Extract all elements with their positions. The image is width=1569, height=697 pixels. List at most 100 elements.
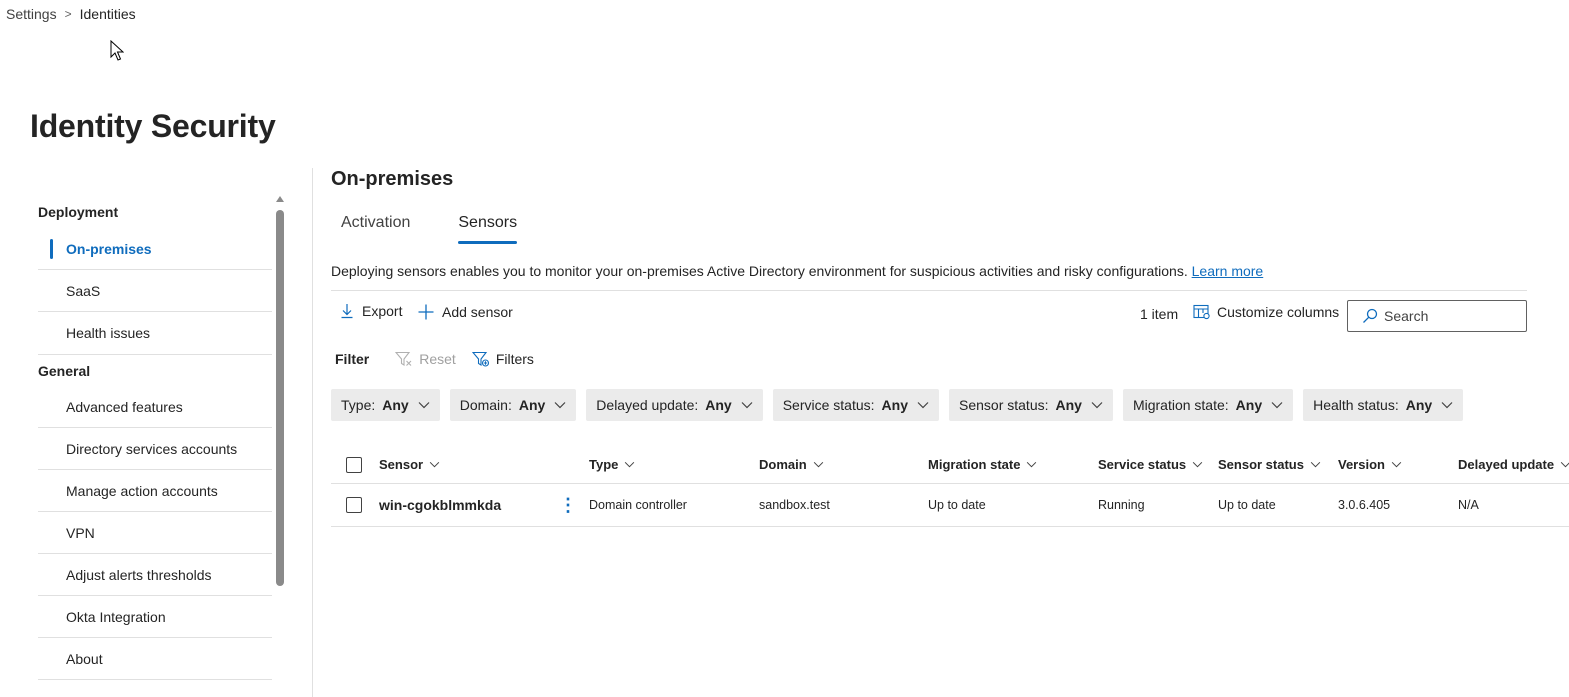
description-body: Deploying sensors enables you to monitor… (331, 263, 1188, 279)
chip-value: Any (382, 397, 409, 413)
learn-more-link[interactable]: Learn more (1192, 263, 1264, 279)
chip-value: Any (1055, 397, 1082, 413)
sidebar-scrollbar[interactable] (275, 196, 285, 697)
chip-value: Any (1405, 397, 1433, 413)
select-all-checkbox[interactable] (346, 456, 362, 473)
sidebar-section-deployment: Deployment (38, 204, 119, 220)
chevron-down-icon (813, 461, 823, 468)
column-header-sensor[interactable]: Sensor (379, 446, 440, 483)
page-title: Identity Security (30, 108, 276, 144)
search-icon (1363, 308, 1378, 323)
filter-chip-type[interactable]: Type: Any (331, 389, 440, 421)
breadcrumb-identities: Identities (79, 6, 136, 22)
customize-columns-icon (1193, 304, 1210, 320)
sidebar-item-okta-integration[interactable]: Okta Integration (38, 596, 272, 638)
chip-name: Health status: (1313, 397, 1399, 413)
horizontal-divider (331, 290, 1527, 291)
chevron-down-icon (1091, 402, 1103, 409)
filter-chip-sensor-status[interactable]: Sensor status: Any (949, 389, 1113, 421)
breadcrumb-settings[interactable]: Settings (6, 6, 57, 22)
customize-columns-button[interactable]: Customize columns (1193, 304, 1339, 320)
select-all-cell (346, 446, 362, 483)
scrollbar-thumb[interactable] (276, 210, 284, 586)
sidebar-item-directory-services-accounts[interactable]: Directory services accounts (38, 428, 272, 470)
filter-chip-migration-state[interactable]: Migration state: Any (1122, 389, 1294, 421)
column-header-delayed-update[interactable]: Delayed update (1458, 446, 1569, 483)
sidebar-item-manage-action-accounts[interactable]: Manage action accounts (38, 470, 272, 512)
filter-chip-health-status[interactable]: Health status: Any (1303, 389, 1464, 421)
sidebar-item-vpn[interactable]: VPN (38, 512, 272, 554)
export-label: Export (362, 303, 403, 319)
breadcrumb: Settings > Identities (6, 6, 136, 22)
sidebar-item-advanced-features[interactable]: Advanced features (38, 386, 272, 428)
chevron-down-icon (1560, 461, 1569, 468)
sidebar-item-on-premises[interactable]: On-premises (38, 228, 272, 270)
chevron-down-icon (1310, 461, 1321, 468)
row-checkbox[interactable] (346, 497, 362, 513)
sidebar-nav: Deployment On-premises SaaS Health issue… (38, 196, 272, 697)
toolbar: Export Add sensor 1 item Customize colum… (331, 300, 1531, 332)
column-header-version[interactable]: Version (1338, 446, 1402, 483)
sidebar-item-about[interactable]: About (38, 638, 272, 680)
column-header-label: Sensor status (1218, 457, 1304, 472)
chip-name: Migration state: (1132, 397, 1229, 413)
scroll-up-arrow-icon[interactable] (276, 196, 284, 202)
plus-icon (418, 304, 434, 320)
vertical-divider (312, 168, 313, 697)
table-row[interactable]: win-cgokblmmkda ⋮ Domain controller sand… (331, 484, 1569, 527)
row-select-cell (346, 484, 362, 526)
more-options-icon[interactable]: ⋮ (559, 484, 577, 526)
sidebar-section-general: General (38, 354, 272, 386)
customize-columns-label: Customize columns (1217, 304, 1340, 320)
table-header: Sensor Type Domain Migration state Servi… (331, 446, 1569, 484)
filter-chip-domain[interactable]: Domain: Any (449, 389, 577, 421)
filter-chip-service-status[interactable]: Service status: Any (772, 389, 939, 421)
chip-name: Domain: (459, 397, 512, 413)
chevron-down-icon (917, 402, 929, 409)
column-header-domain[interactable]: Domain (759, 446, 824, 483)
filter-add-icon (471, 351, 489, 367)
chevron-down-icon (1192, 461, 1203, 468)
tab-sensors[interactable]: Sensors (448, 210, 527, 244)
item-count: 1 item (1140, 306, 1179, 322)
column-header-sensor-status[interactable]: Sensor status (1218, 446, 1321, 483)
filters-button[interactable]: Filters (471, 351, 534, 367)
export-button[interactable]: Export (339, 303, 402, 319)
filter-clear-icon (395, 351, 412, 366)
filters-label: Filters (495, 351, 534, 367)
column-header-label: Delayed update (1458, 457, 1555, 472)
cell-type: Domain controller (589, 498, 687, 512)
column-header-label: Service status (1098, 457, 1187, 472)
add-sensor-button[interactable]: Add sensor (417, 303, 513, 321)
reset-button[interactable]: Reset (395, 351, 456, 367)
sidebar-item-adjust-alerts-thresholds[interactable]: Adjust alerts thresholds (38, 554, 272, 596)
chevron-down-icon (625, 461, 635, 468)
description-text: Deploying sensors enables you to monitor… (331, 263, 1263, 279)
search-box[interactable] (1347, 300, 1527, 332)
chip-value: Any (518, 397, 546, 413)
cell-sensor-status: Up to date (1218, 498, 1276, 512)
chip-value: Any (1235, 397, 1263, 413)
cell-sensor[interactable]: win-cgokblmmkda (379, 484, 501, 526)
chip-value: Any (705, 397, 732, 413)
column-header-service-status[interactable]: Service status (1098, 446, 1203, 483)
search-input[interactable] (1384, 308, 1514, 324)
column-header-type[interactable]: Type (589, 446, 635, 483)
cell-version: 3.0.6.405 (1338, 498, 1391, 512)
download-icon (341, 304, 353, 319)
filter-chip-delayed-update[interactable]: Delayed update: Any (586, 389, 763, 421)
chevron-down-icon (418, 402, 430, 409)
chevron-down-icon (1391, 461, 1402, 468)
chip-name: Service status: (782, 397, 875, 413)
sidebar-item-saas[interactable]: SaaS (38, 270, 272, 312)
chevron-down-icon (1271, 402, 1283, 409)
sidebar-item-health-issues[interactable]: Health issues (38, 312, 272, 354)
filter-label: Filter (335, 351, 370, 367)
column-header-label: Type (589, 457, 619, 472)
tab-activation[interactable]: Activation (331, 210, 420, 244)
add-sensor-label: Add sensor (442, 304, 513, 320)
cell-migration-state: Up to date (928, 498, 986, 512)
mouse-cursor-icon (110, 40, 124, 61)
reset-label: Reset (419, 351, 456, 367)
column-header-migration-state[interactable]: Migration state (928, 446, 1037, 483)
